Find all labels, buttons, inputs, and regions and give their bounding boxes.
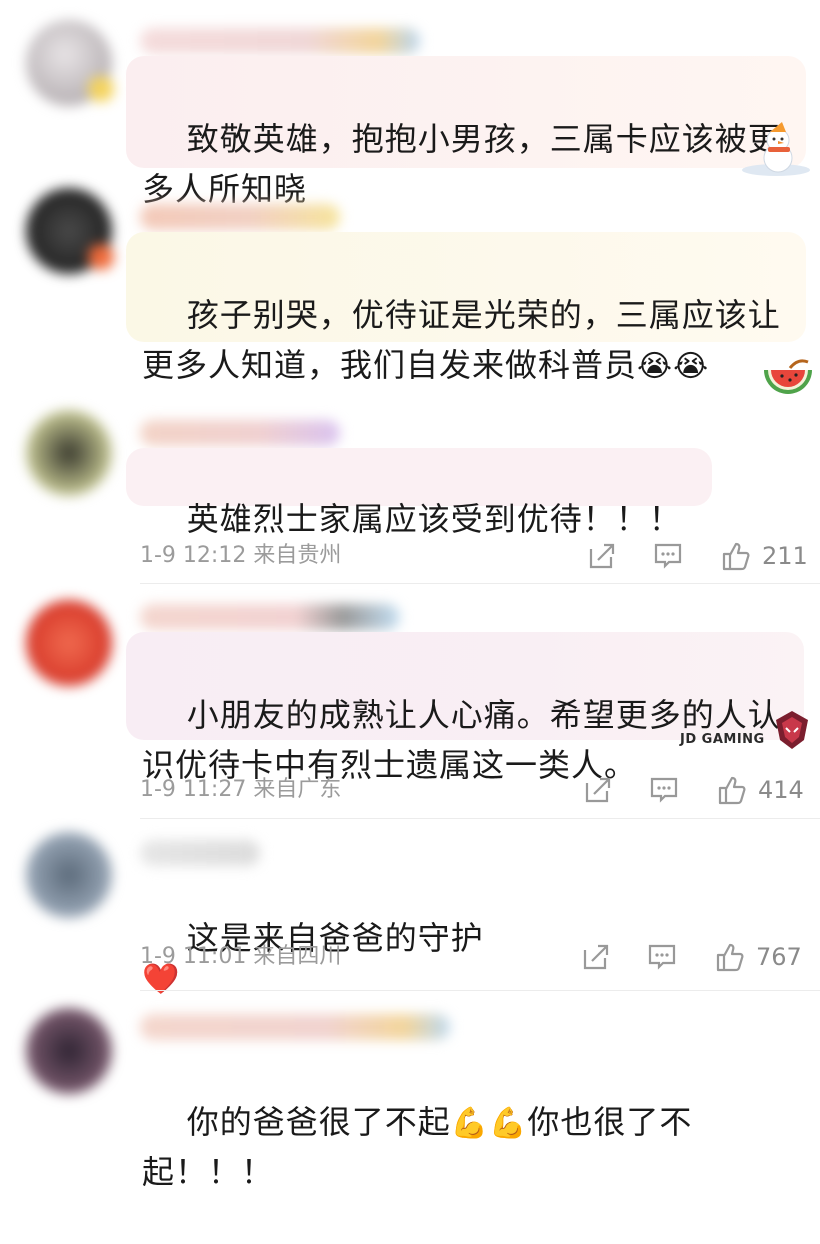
- username[interactable]: [140, 840, 260, 866]
- avatar[interactable]: [26, 20, 114, 106]
- crying-face-icon: 😭😭: [637, 349, 710, 384]
- location: 来自贵州: [253, 543, 342, 568]
- jd-gaming-sticker: JD GAMING: [680, 708, 816, 754]
- share-icon[interactable]: [582, 774, 614, 806]
- like-count: 414: [758, 776, 804, 804]
- timestamp: 1-9 11:01: [140, 944, 247, 969]
- avatar[interactable]: [26, 832, 112, 918]
- comment-text-part-1: 你的爸爸很了不起: [186, 1103, 451, 1141]
- comment-bubble: 你的爸爸很了不起💪💪你也很了不起！！！: [126, 1046, 726, 1191]
- comment-icon[interactable]: [646, 941, 678, 973]
- comment-text: 致敬英雄，抱抱小男孩，三属卡应该被更 多人所知晓: [142, 120, 781, 208]
- like-count: 211: [762, 542, 808, 570]
- thumbs-up-icon[interactable]: [716, 774, 748, 806]
- divider: [140, 583, 820, 584]
- flexed-biceps-icon: 💪💪: [450, 1106, 528, 1141]
- timestamp: 1-9 12:12: [140, 543, 247, 568]
- comment-bubble: 致敬英雄，抱抱小男孩，三属卡应该被更 多人所知晓: [126, 56, 806, 208]
- comment-bubble: 这是来自爸爸的守护❤️: [126, 870, 506, 997]
- comment-icon[interactable]: [652, 540, 684, 572]
- username[interactable]: [140, 28, 420, 54]
- thumbs-up-icon[interactable]: [720, 540, 752, 572]
- avatar[interactable]: [26, 188, 114, 274]
- comment-text-part-2: 你也很了不: [527, 1103, 693, 1141]
- watermelon-sticker: [760, 356, 816, 400]
- share-icon[interactable]: [586, 540, 618, 572]
- comment-text-part-3: 起！！！: [142, 1153, 275, 1191]
- thumbs-up-icon[interactable]: [714, 941, 746, 973]
- username[interactable]: [140, 604, 400, 630]
- comment-meta: 1-9 11:27 来自广东 414: [140, 770, 820, 810]
- username[interactable]: [140, 204, 340, 230]
- timestamp: 1-9 11:27: [140, 777, 247, 802]
- snowman-sticker: [736, 120, 816, 178]
- avatar[interactable]: [26, 410, 112, 496]
- location: 来自广东: [253, 777, 342, 802]
- comment-icon[interactable]: [648, 774, 680, 806]
- username[interactable]: [140, 420, 340, 446]
- comment-text: 英雄烈士家属应该受到优待！！！: [186, 500, 682, 538]
- comment-meta: 1-9 11:01 来自四川 767: [140, 937, 820, 977]
- location: 来自四川: [253, 944, 342, 969]
- comment-bubble: 英雄烈士家属应该受到优待！！！: [126, 448, 712, 538]
- like-count: 767: [756, 943, 802, 971]
- avatar[interactable]: [26, 1008, 112, 1094]
- divider: [140, 990, 820, 991]
- username[interactable]: [140, 1014, 450, 1040]
- comment-meta: 1-9 12:12 来自贵州 211: [140, 536, 820, 576]
- avatar[interactable]: [26, 600, 112, 686]
- share-icon[interactable]: [580, 941, 612, 973]
- divider: [140, 818, 820, 819]
- comment-bubble: 孩子别哭，优待证是光荣的，三属应该让 更多人知道，我们自发来做科普员😭😭: [126, 232, 806, 384]
